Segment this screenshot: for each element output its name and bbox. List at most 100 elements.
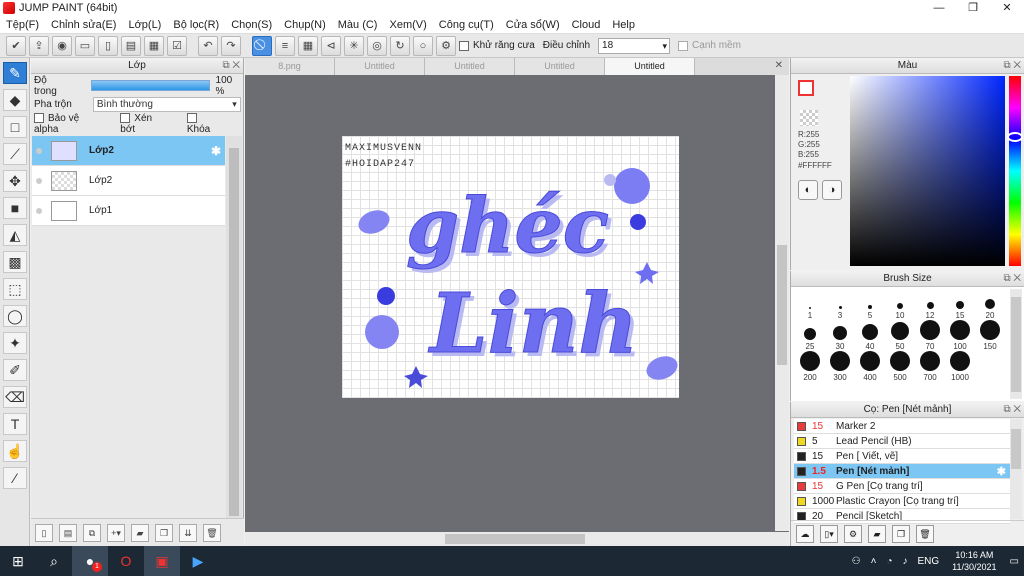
- undo-icon[interactable]: ↶: [198, 35, 218, 56]
- layer-row[interactable]: Lớp2: [32, 166, 225, 196]
- saturation-value-picker[interactable]: [850, 76, 1005, 266]
- concentric-icon[interactable]: ◎: [367, 35, 387, 56]
- move-tool-icon[interactable]: ✥: [3, 170, 27, 192]
- menu-window[interactable]: Cửa sổ(W): [500, 19, 566, 31]
- adjust-select[interactable]: 18: [598, 37, 671, 54]
- speech-bubble-icon[interactable]: ◉: [52, 35, 72, 56]
- brush-size-option[interactable]: 200: [795, 351, 825, 382]
- minimize-button[interactable]: —: [922, 0, 956, 16]
- menu-layer[interactable]: Lớp(L): [122, 19, 167, 31]
- tab-untitled-active[interactable]: Untitled: [605, 58, 695, 75]
- protect-alpha-checkbox[interactable]: [34, 112, 44, 123]
- lasso-tool-icon[interactable]: ◯: [3, 305, 27, 327]
- gradient-tool-icon[interactable]: ▩: [3, 251, 27, 273]
- perspective-icon[interactable]: ⊲: [321, 35, 341, 56]
- redo-icon[interactable]: ↷: [221, 35, 241, 56]
- tab-8png[interactable]: 8.png: [245, 58, 335, 75]
- brush-settings-icon[interactable]: ⚙: [844, 524, 862, 543]
- jump-paint-app-icon[interactable]: ▣: [144, 546, 180, 576]
- ellipse-ruler-icon[interactable]: ○: [413, 35, 433, 56]
- hue-slider[interactable]: [1009, 76, 1021, 266]
- brush-trash-icon[interactable]: 🗑: [916, 524, 934, 543]
- checklist-icon[interactable]: ☑: [167, 35, 187, 56]
- hand-tool-icon[interactable]: ☝: [3, 440, 27, 462]
- magic-wand-tool-icon[interactable]: ✦: [3, 332, 27, 354]
- bucket-tool-icon[interactable]: ◭: [3, 224, 27, 246]
- windows-start-icon[interactable]: ⊞: [0, 546, 36, 576]
- layout-icon[interactable]: ▦: [144, 35, 164, 56]
- menu-select[interactable]: Chọn(S): [225, 19, 278, 31]
- brush-size-option[interactable]: 3: [825, 289, 855, 320]
- pen-item[interactable]: 15 Pen [ Viết, vẽ]: [794, 449, 1010, 464]
- brush-size-option[interactable]: 40: [855, 320, 885, 351]
- antialias-checkbox[interactable]: [459, 40, 469, 51]
- add-layer-menu-icon[interactable]: +▾: [107, 523, 125, 542]
- menu-file[interactable]: Tệp(F): [0, 19, 45, 31]
- canvas-horizontal-scrollbar[interactable]: [245, 532, 789, 546]
- menu-tools[interactable]: Công cụ(T): [433, 19, 500, 31]
- visibility-icon[interactable]: [36, 147, 42, 154]
- panel-close-icon[interactable]: ⧉ ✕: [1003, 402, 1021, 418]
- opacity-slider[interactable]: [91, 80, 210, 91]
- fill-rect-tool-icon[interactable]: ■: [3, 197, 27, 219]
- close-button[interactable]: ✕: [990, 0, 1024, 16]
- new-layer-icon[interactable]: ▯: [35, 523, 53, 542]
- new-brush-icon[interactable]: ▯▾: [820, 524, 838, 543]
- restore-button[interactable]: ❐: [956, 0, 990, 16]
- smooth-edge-checkbox[interactable]: [678, 40, 689, 51]
- brush-size-option[interactable]: 700: [915, 351, 945, 382]
- eraser-tool-icon[interactable]: ◆: [3, 89, 27, 111]
- menu-view[interactable]: Xem(V): [383, 19, 432, 31]
- canvas-area[interactable]: 8.png Untitled Untitled Untitled Untitle…: [245, 58, 789, 546]
- new-folder-layer-icon[interactable]: ▤: [59, 523, 77, 542]
- trash-icon[interactable]: 🗑: [203, 523, 221, 542]
- network-icon[interactable]: ◔: [886, 556, 892, 567]
- share-icon[interactable]: ⇪: [29, 35, 49, 56]
- select-pen-tool-icon[interactable]: ✐: [3, 359, 27, 381]
- tab-untitled[interactable]: Untitled: [425, 58, 515, 75]
- notification-icon[interactable]: ▭: [1010, 556, 1019, 567]
- duplicate-icon[interactable]: ❐: [155, 523, 173, 542]
- pen-item[interactable]: 5 Lead Pencil (HB): [794, 434, 1010, 449]
- document-icon[interactable]: ▤: [121, 35, 141, 56]
- opera-browser-icon[interactable]: O: [108, 546, 144, 576]
- merge-icon[interactable]: ⇊: [179, 523, 197, 542]
- grid-ruler-icon[interactable]: ▦: [298, 35, 318, 56]
- layer-row[interactable]: Lớp1: [32, 196, 225, 226]
- folder-icon[interactable]: ▰: [131, 523, 149, 542]
- brush-size-scrollbar[interactable]: [1010, 289, 1022, 399]
- palette-settings-icon[interactable]: ◑: [822, 180, 842, 200]
- menu-color[interactable]: Màu (C): [332, 19, 384, 31]
- brush-size-option[interactable]: 400: [855, 351, 885, 382]
- panel-close-icon[interactable]: ⧉ ✕: [222, 58, 240, 74]
- clock[interactable]: 10:16 AM 11/30/2021: [952, 549, 996, 573]
- document-canvas[interactable]: MAXIMUSVENN #HOIDAP247 ghéc ghéc Linh Li…: [342, 136, 679, 398]
- tab-untitled[interactable]: Untitled: [335, 58, 425, 75]
- pen-item[interactable]: 15 G Pen [Cọ trang trí]: [794, 479, 1010, 494]
- cloud-brush-icon[interactable]: ☁: [796, 524, 814, 543]
- comment-icon[interactable]: ▭: [75, 35, 95, 56]
- canvas-vertical-scrollbar[interactable]: [775, 75, 789, 531]
- zoom-app-icon[interactable]: ▶: [180, 546, 216, 576]
- ruler-off-icon[interactable]: ⃠: [252, 35, 272, 56]
- layer-scrollbar[interactable]: [226, 136, 242, 526]
- radial-icon[interactable]: ✳: [344, 35, 364, 56]
- panel-close-icon[interactable]: ⧉ ✕: [1003, 58, 1021, 74]
- pen-item[interactable]: 1000 Plastic Crayon [Cọ trang trí]: [794, 494, 1010, 509]
- panel-close-icon[interactable]: ⧉ ✕: [1003, 271, 1021, 287]
- curve-ruler-icon[interactable]: ↻: [390, 35, 410, 56]
- pen-item[interactable]: 1.5 Pen [Nét mảnh] ✱: [794, 464, 1010, 479]
- people-icon[interactable]: ⚇: [852, 556, 861, 567]
- pen-list-scrollbar[interactable]: [1010, 419, 1022, 519]
- text-tool-icon[interactable]: T: [3, 413, 27, 435]
- settings-icon[interactable]: ⚙: [436, 35, 456, 56]
- line-tool-icon[interactable]: ⟋: [3, 143, 27, 165]
- hue-marker[interactable]: [1007, 132, 1023, 142]
- transparent-color-swatch[interactable]: [800, 110, 818, 126]
- pen-item[interactable]: 15 Marker 2: [794, 419, 1010, 434]
- menu-capture[interactable]: Chụp(N): [278, 19, 332, 31]
- menu-help[interactable]: Help: [606, 19, 641, 31]
- gear-icon[interactable]: ✱: [211, 144, 221, 158]
- palette-icon[interactable]: ◐: [798, 180, 818, 200]
- search-icon[interactable]: ⌕: [36, 546, 72, 576]
